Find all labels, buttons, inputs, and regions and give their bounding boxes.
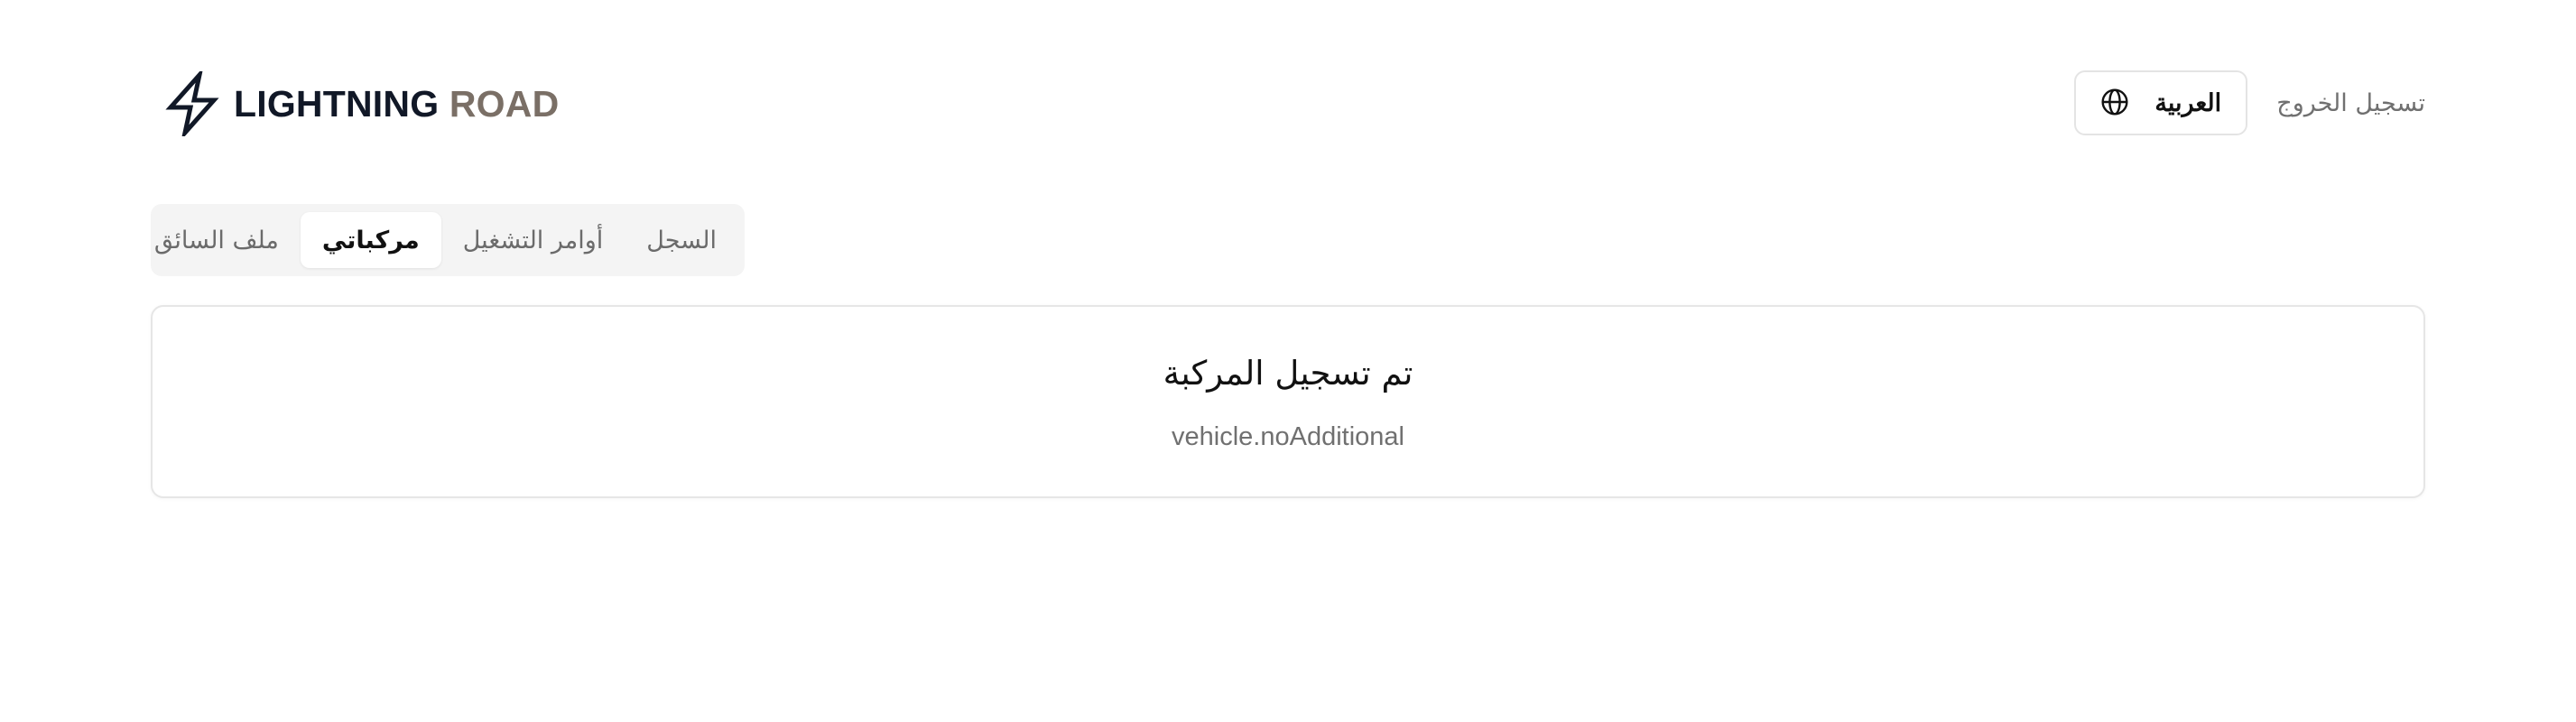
globe-icon [2100, 88, 2129, 119]
vehicle-status-card: تم تسجيل المركبة vehicle.noAdditional [151, 305, 2425, 498]
lightning-bolt-icon [163, 71, 221, 136]
tab-driver-profile[interactable]: ملف السائق [133, 212, 301, 268]
language-switcher-button[interactable]: العربية [2074, 70, 2248, 135]
logout-link[interactable]: تسجيل الخروج [2276, 89, 2425, 117]
brand-name-secondary: ROAD [449, 82, 560, 125]
card-title: تم تسجيل المركبة [1163, 354, 1413, 393]
header-actions: العربية تسجيل الخروج [2074, 70, 2425, 135]
brand-logo[interactable]: LIGHTNING ROAD [163, 70, 559, 137]
main-tabs: السجل أوامر التشغيل مركباتي ملف السائق [151, 204, 745, 276]
brand-name-primary: LIGHTNING [234, 82, 440, 125]
card-subtitle: vehicle.noAdditional [1172, 422, 1404, 451]
brand-name: LIGHTNING ROAD [234, 83, 559, 125]
app-header: LIGHTNING ROAD العربية تسجيل الخروج [151, 67, 2425, 139]
tab-my-vehicles[interactable]: مركباتي [300, 212, 441, 268]
tab-work-orders[interactable]: أوامر التشغيل [441, 212, 625, 268]
tab-history[interactable]: السجل [625, 212, 738, 268]
language-label: العربية [2154, 88, 2222, 116]
